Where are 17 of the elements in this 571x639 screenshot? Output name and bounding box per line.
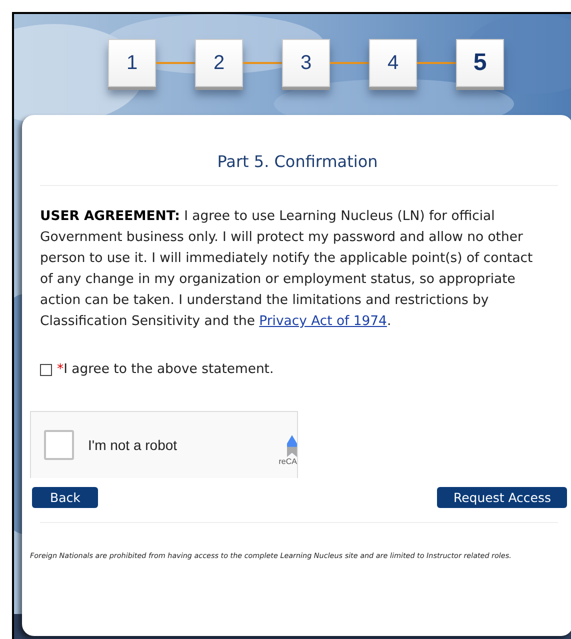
- captcha-logo-icon: [287, 434, 297, 456]
- captcha-brand: reCA: [278, 456, 297, 466]
- required-mark: *: [57, 362, 64, 377]
- agreement-text: USER AGREEMENT: I agree to use Learning Nucleus (LN) for official Government business only. I will protect my password and allow no other person to use it. I will immediately notify the applicable point(s) of contact of any change in my organization or employment status, so appropriate action can be taken. I understand the limitations and restrictions by Classification Sensitivity and the Privacy Act of 1974.: [40, 208, 534, 331]
- step-box: 2: [195, 39, 243, 87]
- request-access-button[interactable]: Request Access: [437, 487, 567, 508]
- step-box: 5: [456, 39, 504, 87]
- section-title: Part 5. Confirmation: [216, 152, 379, 171]
- step-box: 1: [108, 39, 156, 87]
- back-button[interactable]: Back: [32, 487, 98, 508]
- captcha-label: I'm not a robot: [88, 437, 178, 453]
- checkbox[interactable]: [40, 364, 52, 376]
- checkbox-label: I agree to the above statement.: [64, 362, 274, 377]
- captcha-checkbox[interactable]: [44, 430, 74, 460]
- privacy-act-link[interactable]: Privacy Act of 1974: [259, 314, 387, 329]
- step-box: 3: [282, 39, 330, 87]
- step-box: 4: [369, 39, 417, 87]
